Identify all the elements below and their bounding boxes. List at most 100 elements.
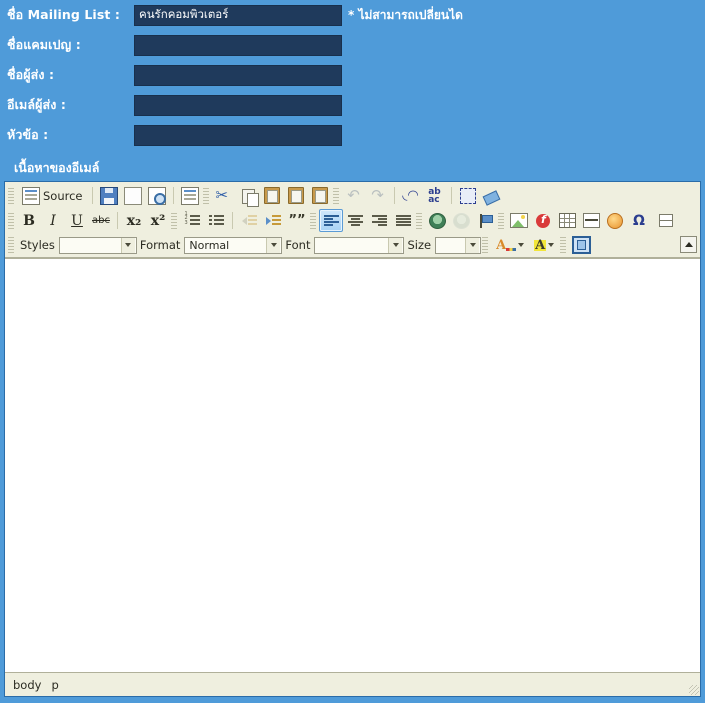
- scissors-icon: [216, 186, 232, 204]
- chevron-down-icon[interactable]: [120, 237, 135, 253]
- flash-icon: [536, 213, 550, 228]
- bold-button[interactable]: B: [17, 209, 41, 232]
- align-right-icon: [371, 214, 387, 227]
- horizontal-rule-button[interactable]: [579, 209, 603, 232]
- toolbar-grip-icon[interactable]: [171, 212, 177, 229]
- outdent-icon: [241, 214, 257, 227]
- paste-from-word-button[interactable]: [308, 184, 332, 207]
- align-center-button[interactable]: [343, 209, 367, 232]
- select-all-button[interactable]: [456, 184, 480, 207]
- form-row-mailing-list: ชื่อ Mailing List : * ไม่สามารถเปลี่ยนได: [7, 0, 705, 30]
- styles-combo[interactable]: [58, 236, 137, 254]
- mailing-list-input[interactable]: [134, 4, 342, 26]
- special-char-button[interactable]: Ω: [627, 209, 651, 232]
- indent-icon: [265, 214, 281, 227]
- email-content-section-title: เนื้อหาของอีเมล์: [14, 160, 100, 175]
- toolbar-grip-icon[interactable]: [8, 212, 14, 229]
- italic-button[interactable]: I: [41, 209, 65, 232]
- maximize-button[interactable]: [569, 234, 593, 257]
- page-break-button[interactable]: [651, 209, 675, 232]
- source-button[interactable]: Source: [17, 184, 88, 207]
- subscript-icon: x₂: [126, 212, 142, 229]
- binoculars-icon: ◟◠: [402, 188, 419, 203]
- sender-email-label: อีเมล์ผู้ส่ง :: [7, 97, 66, 112]
- sender-name-input[interactable]: [134, 64, 342, 86]
- page-root: ชื่อ Mailing List : * ไม่สามารถเปลี่ยนได…: [0, 0, 705, 703]
- format-combo[interactable]: Normal: [184, 236, 283, 254]
- outdent-button[interactable]: [237, 209, 261, 232]
- styles-combo-label: Styles: [20, 238, 55, 252]
- replace-button[interactable]: ab ac: [423, 184, 447, 207]
- new-page-icon: [123, 186, 142, 205]
- chevron-down-icon[interactable]: [388, 237, 403, 253]
- background-color-button[interactable]: A: [529, 234, 559, 257]
- smiley-button[interactable]: [603, 209, 627, 232]
- superscript-button[interactable]: x²: [146, 209, 170, 232]
- chevron-down-icon[interactable]: [465, 237, 480, 253]
- campaign-form: ชื่อ Mailing List : * ไม่สามารถเปลี่ยนได…: [0, 0, 705, 184]
- templates-button[interactable]: [178, 184, 202, 207]
- replace-icon: ab ac: [428, 186, 441, 205]
- align-left-button[interactable]: [319, 209, 343, 232]
- toolbar-grip-icon[interactable]: [482, 237, 489, 253]
- editor-content-area[interactable]: [5, 258, 700, 672]
- toolbar-grip-icon[interactable]: [310, 212, 316, 229]
- sender-email-input[interactable]: [134, 94, 342, 116]
- chevron-down-icon[interactable]: [266, 237, 281, 253]
- resize-handle[interactable]: [689, 685, 699, 695]
- align-right-button[interactable]: [367, 209, 391, 232]
- subject-input[interactable]: [134, 124, 342, 146]
- link-button[interactable]: [425, 209, 449, 232]
- chevron-down-icon[interactable]: [518, 243, 525, 247]
- text-color-button[interactable]: A: [491, 234, 529, 257]
- size-combo-label: Size: [407, 238, 432, 252]
- collapse-toolbar-button[interactable]: [680, 236, 697, 253]
- image-button[interactable]: [507, 209, 531, 232]
- table-button[interactable]: [555, 209, 579, 232]
- underline-button[interactable]: U: [65, 209, 89, 232]
- elements-path-p[interactable]: p: [51, 678, 58, 692]
- preview-icon: [147, 186, 166, 205]
- sender-name-label: ชื่อผู้ส่ง :: [7, 67, 55, 82]
- blockquote-button[interactable]: ””: [285, 209, 309, 232]
- chevron-down-icon[interactable]: [548, 243, 555, 247]
- strikethrough-button[interactable]: abc: [89, 209, 113, 232]
- anchor-button[interactable]: [473, 209, 497, 232]
- toolbar-grip-icon[interactable]: [560, 237, 567, 253]
- numbered-list-button[interactable]: [180, 209, 204, 232]
- text-color-icon: A: [496, 239, 517, 252]
- arrow-up-icon: [684, 242, 693, 247]
- preview-button[interactable]: [145, 184, 169, 207]
- toolbar-grip-icon[interactable]: [416, 212, 422, 229]
- justify-button[interactable]: [391, 209, 415, 232]
- new-page-button[interactable]: [121, 184, 145, 207]
- size-combo[interactable]: [435, 236, 482, 254]
- font-combo[interactable]: [314, 236, 405, 254]
- rich-text-editor: Source ✂ ↶ ↷ ◟◠ ab ac B I U abc x₂ x² 1 …: [4, 181, 701, 697]
- paste-text-button[interactable]: [284, 184, 308, 207]
- copy-button[interactable]: [236, 184, 260, 207]
- find-button[interactable]: ◟◠: [399, 184, 423, 207]
- form-row-campaign-name: ชื่อแคมเปญ :: [7, 30, 705, 60]
- toolbar-grip-icon[interactable]: [202, 187, 209, 204]
- editor-body[interactable]: [5, 259, 700, 275]
- undo-button[interactable]: ↶: [342, 184, 366, 207]
- link-icon: [428, 212, 446, 229]
- unlink-button[interactable]: [449, 209, 473, 232]
- redo-button[interactable]: ↷: [366, 184, 390, 207]
- toolbar-grip-icon[interactable]: [8, 187, 14, 204]
- horizontal-rule-icon: [582, 213, 600, 228]
- toolbar-grip-icon[interactable]: [332, 187, 339, 204]
- cut-button[interactable]: [212, 184, 236, 207]
- bulleted-list-button[interactable]: [204, 209, 228, 232]
- flash-button[interactable]: [531, 209, 555, 232]
- toolbar-grip-icon[interactable]: [498, 212, 504, 229]
- indent-button[interactable]: [261, 209, 285, 232]
- toolbar-grip-icon[interactable]: [8, 237, 14, 253]
- remove-format-button[interactable]: [480, 184, 504, 207]
- elements-path-body[interactable]: body: [13, 678, 41, 692]
- subscript-button[interactable]: x₂: [122, 209, 146, 232]
- campaign-name-input[interactable]: [134, 34, 342, 56]
- paste-button[interactable]: [260, 184, 284, 207]
- save-button[interactable]: [97, 184, 121, 207]
